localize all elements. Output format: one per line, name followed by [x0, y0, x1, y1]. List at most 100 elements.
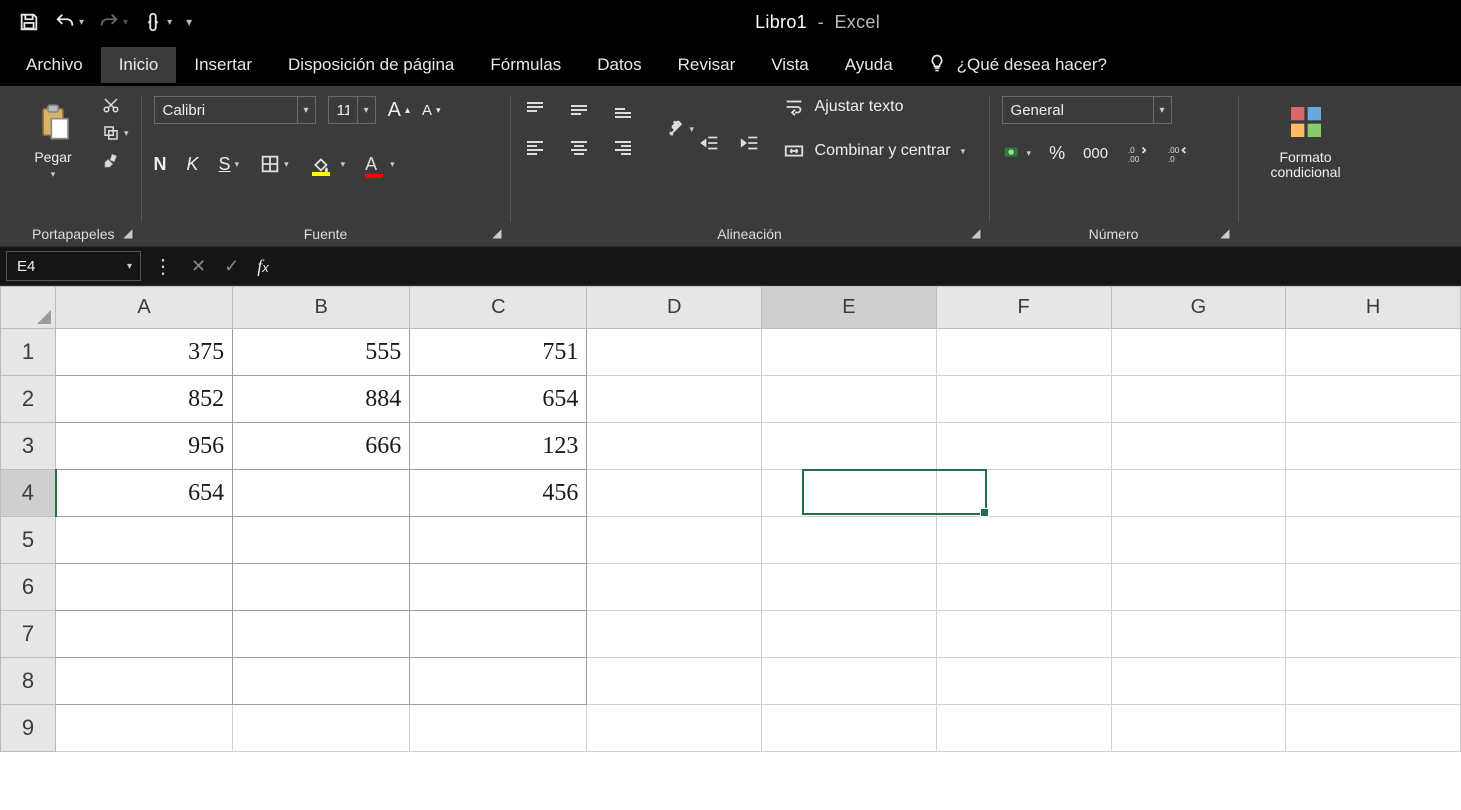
cell[interactable]	[762, 517, 937, 564]
align-center-icon[interactable]	[567, 134, 595, 162]
cell[interactable]	[1286, 705, 1461, 752]
increase-decimal-icon[interactable]: .0.00	[1126, 142, 1148, 164]
font-color-icon[interactable]: A ▾	[365, 154, 395, 175]
cell[interactable]: 654	[56, 470, 233, 517]
cell[interactable]: 456	[410, 470, 587, 517]
cell[interactable]: 555	[233, 329, 410, 376]
cell[interactable]	[1286, 611, 1461, 658]
row-header[interactable]: 7	[1, 611, 56, 658]
cell[interactable]	[1111, 705, 1286, 752]
dialog-launcher-icon[interactable]: ◢	[971, 226, 980, 240]
wrap-text-button[interactable]: Ajustar texto	[783, 96, 966, 118]
cell[interactable]	[936, 470, 1111, 517]
cell[interactable]	[936, 329, 1111, 376]
cell[interactable]	[1286, 329, 1461, 376]
underline-button[interactable]: S ▾	[219, 154, 240, 175]
number-format-input[interactable]	[1003, 97, 1153, 123]
cell[interactable]	[587, 517, 762, 564]
tab-datos[interactable]: Datos	[579, 47, 659, 83]
save-icon[interactable]	[18, 11, 40, 33]
decrease-decimal-icon[interactable]: .00.0	[1166, 142, 1188, 164]
cell[interactable]	[587, 611, 762, 658]
tab-formulas[interactable]: Fórmulas	[472, 47, 579, 83]
row-header[interactable]: 6	[1, 564, 56, 611]
orientation-icon[interactable]: ab▾	[665, 118, 695, 140]
cell[interactable]	[1111, 517, 1286, 564]
align-right-icon[interactable]	[611, 134, 639, 162]
tab-insertar[interactable]: Insertar	[176, 47, 270, 83]
cell[interactable]	[233, 611, 410, 658]
increase-indent-icon[interactable]	[739, 132, 761, 154]
conditional-format-button[interactable]: Formato condicional	[1251, 96, 1361, 181]
cell[interactable]	[56, 705, 233, 752]
cell[interactable]	[56, 564, 233, 611]
cell[interactable]	[762, 376, 937, 423]
cell[interactable]	[56, 611, 233, 658]
cell[interactable]	[762, 658, 937, 705]
row-header[interactable]: 1	[1, 329, 56, 376]
cell[interactable]	[233, 517, 410, 564]
fill-color-icon[interactable]: ▾	[309, 152, 346, 176]
align-top-icon[interactable]	[523, 96, 551, 124]
column-header[interactable]: F	[936, 287, 1111, 329]
cell[interactable]	[410, 705, 587, 752]
cell[interactable]	[233, 658, 410, 705]
cell[interactable]	[936, 658, 1111, 705]
accounting-format-icon[interactable]: ▾	[1002, 142, 1032, 164]
tab-ayuda[interactable]: Ayuda	[827, 47, 911, 83]
touch-mouse-icon[interactable]: ▾	[142, 11, 172, 33]
column-header[interactable]: C	[410, 287, 587, 329]
column-header[interactable]: D	[587, 287, 762, 329]
cell[interactable]: 654	[410, 376, 587, 423]
cancel-formula-icon[interactable]: ✕	[191, 256, 206, 277]
bold-button[interactable]: N	[154, 154, 167, 175]
merge-center-button[interactable]: Combinar y centrar ▾	[783, 140, 966, 162]
comma-format-icon[interactable]: 000	[1083, 145, 1108, 162]
cell[interactable]	[56, 658, 233, 705]
font-size-input[interactable]	[329, 97, 357, 123]
chevron-down-icon[interactable]: ▾	[1153, 97, 1171, 123]
column-header[interactable]: E	[762, 287, 937, 329]
cell[interactable]	[1111, 376, 1286, 423]
cell[interactable]	[762, 329, 937, 376]
column-header[interactable]: B	[233, 287, 410, 329]
cell[interactable]	[56, 517, 233, 564]
cell[interactable]	[762, 470, 937, 517]
cell[interactable]	[1111, 611, 1286, 658]
column-header[interactable]: H	[1286, 287, 1461, 329]
row-header[interactable]: 8	[1, 658, 56, 705]
cell[interactable]	[762, 423, 937, 470]
cell[interactable]	[1111, 470, 1286, 517]
cell[interactable]	[1286, 658, 1461, 705]
tab-archivo[interactable]: Archivo	[8, 47, 101, 83]
decrease-font-icon[interactable]: A▾	[422, 102, 441, 119]
align-bottom-icon[interactable]	[611, 96, 639, 124]
cell[interactable]	[233, 564, 410, 611]
undo-icon[interactable]: ▾	[54, 11, 84, 33]
cell[interactable]	[410, 658, 587, 705]
cell[interactable]	[936, 705, 1111, 752]
cell[interactable]	[587, 470, 762, 517]
cell[interactable]	[1111, 658, 1286, 705]
cell[interactable]	[410, 564, 587, 611]
tab-revisar[interactable]: Revisar	[660, 47, 754, 83]
cell[interactable]	[587, 423, 762, 470]
cut-icon[interactable]	[102, 96, 129, 114]
insert-function-icon[interactable]: fx	[257, 256, 269, 277]
row-header[interactable]: 2	[1, 376, 56, 423]
font-size-combo[interactable]: ▾	[328, 96, 376, 124]
cell[interactable]	[1286, 517, 1461, 564]
cell[interactable]: 751	[410, 329, 587, 376]
tell-me[interactable]: ¿Qué desea hacer?	[927, 53, 1107, 78]
cell[interactable]	[587, 329, 762, 376]
cell[interactable]	[233, 705, 410, 752]
cell[interactable]	[1111, 564, 1286, 611]
decrease-indent-icon[interactable]	[699, 132, 721, 154]
cell[interactable]	[1286, 564, 1461, 611]
name-box[interactable]: ▾	[6, 251, 141, 281]
copy-icon[interactable]: ▾	[102, 124, 129, 142]
redo-icon[interactable]: ▾	[98, 11, 128, 33]
align-left-icon[interactable]	[523, 134, 551, 162]
font-name-input[interactable]	[155, 97, 297, 123]
borders-icon[interactable]: ▾	[259, 153, 289, 175]
